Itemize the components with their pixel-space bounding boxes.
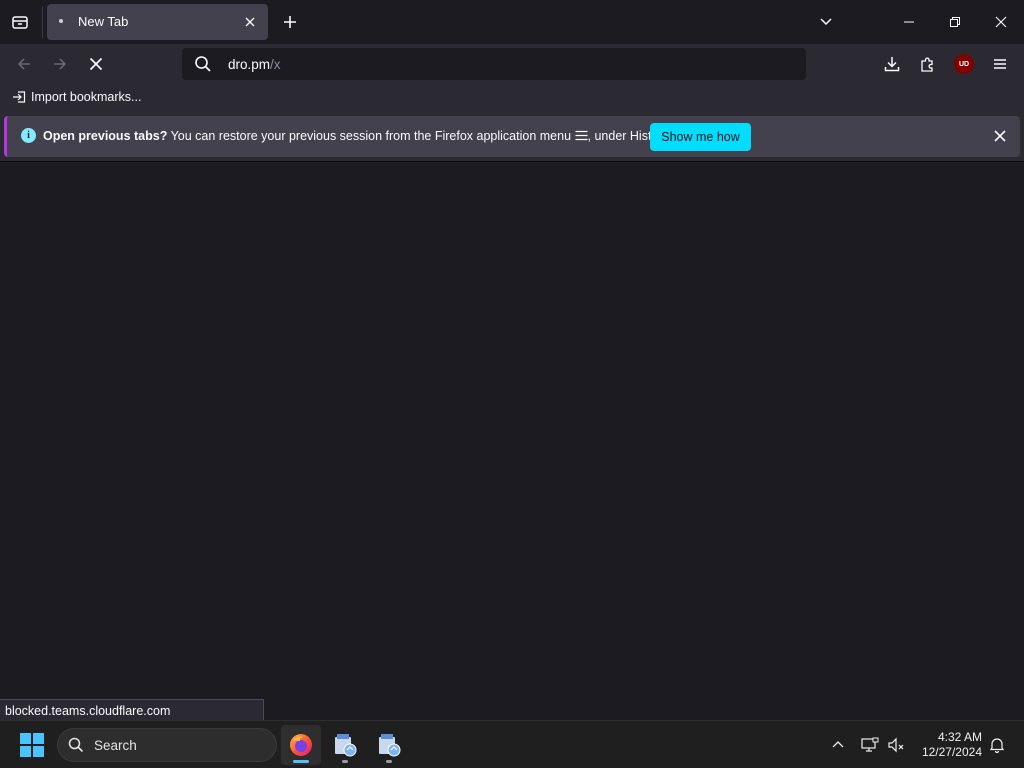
network-button[interactable] [858, 733, 882, 757]
clock-time: 4:32 AM [937, 730, 982, 744]
taskbar-search-box[interactable]: Search [57, 728, 277, 762]
taskbar-search-label: Search [94, 738, 137, 753]
speaker-muted-icon [888, 737, 904, 753]
url-bar[interactable]: dro.pm/x [182, 48, 806, 80]
hamburger-menu-icon [575, 130, 588, 141]
import-icon [13, 91, 26, 103]
tab-close-button[interactable] [240, 12, 260, 32]
running-indicator [386, 760, 392, 763]
download-icon [884, 57, 900, 72]
import-bookmarks-button[interactable]: Import bookmarks... [12, 90, 141, 104]
new-tab-button[interactable] [278, 10, 302, 34]
start-button[interactable] [20, 733, 44, 757]
url-host: dro.pm [228, 57, 271, 72]
info-icon: i [21, 128, 36, 143]
list-all-tabs-dropdown[interactable] [810, 6, 842, 38]
window-close-button[interactable] [985, 6, 1017, 38]
notification-message: Open previous tabs? You can restore your… [43, 129, 671, 143]
search-icon [195, 56, 211, 72]
running-indicator [342, 760, 348, 763]
restore-icon [950, 17, 960, 27]
url-path: /x [270, 57, 281, 72]
show-hidden-icons-button[interactable] [826, 733, 850, 757]
navigation-toolbar: dro.pm/x UD [0, 44, 1024, 84]
notification-text: You can restore your previous session fr… [167, 129, 575, 143]
minimize-button[interactable] [893, 6, 925, 38]
network-display-icon [861, 737, 879, 752]
minimize-icon [904, 21, 914, 23]
page-content [0, 162, 1024, 720]
close-icon [994, 130, 1006, 142]
setup-app-icon [379, 734, 401, 757]
tab-new-tab[interactable]: New Tab [47, 4, 268, 40]
chevron-up-icon [832, 741, 844, 748]
app-menu-button[interactable] [986, 50, 1014, 78]
notification-area: i Open previous tabs? You can restore yo… [0, 112, 1024, 162]
forward-arrow-icon [54, 58, 67, 70]
tab-title: New Tab [78, 14, 129, 29]
windows-taskbar: Search 4:32 AM 12/27/2024 [0, 720, 1024, 768]
status-panel: blocked.teams.cloudflare.com [0, 699, 264, 721]
system-clock[interactable]: 4:32 AM 12/27/2024 [910, 730, 982, 760]
back-arrow-icon [17, 58, 30, 70]
import-bookmarks-label: Import bookmarks... [31, 90, 142, 104]
plus-icon [284, 16, 296, 28]
firefox-icon [290, 734, 312, 756]
bell-icon [989, 738, 1005, 753]
list-all-tabs-button[interactable] [6, 8, 34, 36]
tab-loading-dot-icon [59, 19, 63, 23]
notifications-button[interactable] [985, 733, 1009, 757]
taskbar-firefox[interactable] [281, 725, 321, 765]
volume-button[interactable] [884, 733, 908, 757]
extensions-button[interactable] [914, 50, 942, 78]
stop-loading-button[interactable] [82, 50, 110, 78]
tab-separator [42, 6, 43, 38]
taskbar-app-2[interactable] [325, 725, 365, 765]
search-icon [68, 737, 84, 753]
bookmarks-toolbar: Import bookmarks... [0, 84, 1024, 112]
downloads-button[interactable] [878, 50, 906, 78]
forward-button[interactable] [46, 50, 74, 78]
url-text: dro.pm/x [228, 57, 281, 72]
tab-bar: New Tab [0, 0, 1024, 44]
close-icon [245, 17, 255, 27]
restore-session-notification: i Open previous tabs? You can restore yo… [4, 116, 1020, 157]
puzzle-piece-icon [921, 57, 933, 72]
notification-heading: Open previous tabs? [43, 129, 168, 143]
chevron-down-icon [820, 18, 832, 26]
back-button[interactable] [10, 50, 38, 78]
setup-app-icon [335, 734, 357, 757]
show-me-how-button[interactable]: Show me how [650, 123, 751, 151]
clock-date: 12/27/2024 [921, 745, 982, 759]
hamburger-menu-icon [994, 59, 1006, 69]
windows-logo-icon [20, 733, 44, 757]
close-icon [995, 16, 1007, 28]
stop-icon [89, 57, 103, 71]
tab-list-icon [12, 16, 28, 29]
notification-close-button[interactable] [990, 126, 1010, 146]
restore-button[interactable] [939, 6, 971, 38]
ublock-origin-icon[interactable]: UD [954, 54, 974, 74]
taskbar-app-3[interactable] [369, 725, 409, 765]
active-indicator [293, 760, 309, 763]
